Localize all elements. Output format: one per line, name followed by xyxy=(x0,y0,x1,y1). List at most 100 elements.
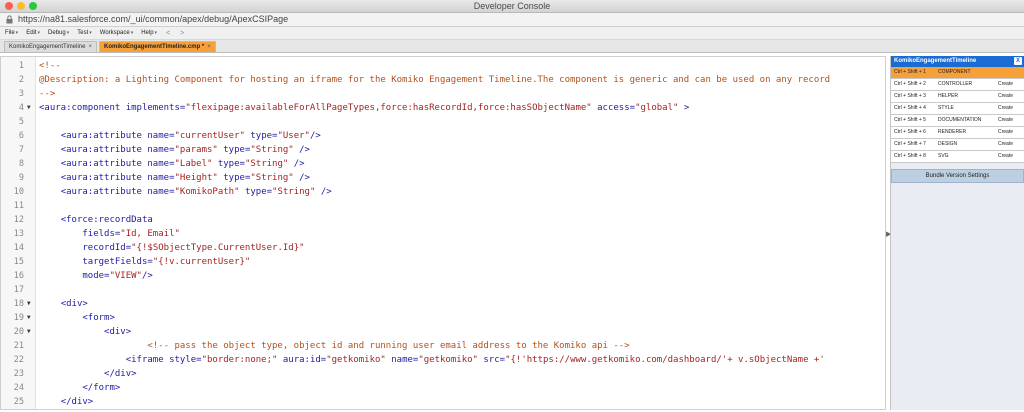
close-icon[interactable]: × xyxy=(207,42,211,52)
line-number: 26 xyxy=(1,409,24,410)
menu-edit[interactable]: Edit ▾ xyxy=(24,30,42,36)
code-line[interactable]: 21 <!-- pass the object type, object id … xyxy=(1,339,885,353)
lock-icon xyxy=(6,15,13,24)
tab-1[interactable]: KomikoEngagementTimeline × xyxy=(4,41,97,52)
code-line[interactable]: 26 </aura:component> xyxy=(1,409,886,410)
line-number: 20 xyxy=(13,327,24,337)
code-line[interactable]: 22 <iframe style="border:none;" aura:id=… xyxy=(1,353,885,367)
bundle-item-svg[interactable]: Ctrl + Shift + 8 SVG Create xyxy=(891,151,1024,163)
shortcut-label: Ctrl + Shift + 1 xyxy=(894,69,926,75)
menu-test[interactable]: Test ▾ xyxy=(75,30,94,36)
create-link[interactable]: Create xyxy=(998,151,1022,162)
bundle-item-renderer[interactable]: Ctrl + Shift + 6 RENDERER Create xyxy=(891,127,1024,139)
code-line[interactable]: 12 <force:recordData xyxy=(1,213,885,227)
code-line[interactable]: 14 recordId="{!$SObjectType.CurrentUser.… xyxy=(1,241,885,255)
bundle-item-documentation[interactable]: Ctrl + Shift + 5 DOCUMENTATION Create xyxy=(891,115,1024,127)
fold-arrow-icon[interactable]: ▼ xyxy=(27,325,31,339)
bundle-item-helper[interactable]: Ctrl + Shift + 3 HELPER Create xyxy=(891,91,1024,103)
code-token: "Label" xyxy=(174,159,213,169)
code-line[interactable]: 9 <aura:attribute name="Height" type="St… xyxy=(1,171,885,185)
fold-arrow-icon[interactable]: ▼ xyxy=(27,297,31,311)
url-text[interactable]: https://na81.salesforce.com/_ui/common/a… xyxy=(18,13,288,26)
create-link[interactable]: Create xyxy=(998,79,1022,90)
code-token: type= xyxy=(244,187,273,197)
code-line[interactable]: 16 mode="VIEW"/> xyxy=(1,269,885,283)
code-token: "String" xyxy=(244,159,289,169)
create-link[interactable]: Create xyxy=(998,115,1022,126)
code-text: <force:recordData xyxy=(39,213,153,227)
panel-header: KomikoEngagementTimeline X xyxy=(891,56,1024,67)
bundle-item-name: SVG xyxy=(938,153,949,159)
code-line[interactable]: 7 <aura:attribute name="params" type="St… xyxy=(1,143,885,157)
code-line[interactable]: 3 --> xyxy=(1,87,885,101)
line-number: 10 xyxy=(13,187,24,197)
bundle-item-controller[interactable]: Ctrl + Shift + 2 CONTROLLER Create xyxy=(891,79,1024,91)
menu-debug[interactable]: Debug ▾ xyxy=(46,30,71,36)
code-line[interactable]: 5 xyxy=(1,115,885,129)
create-link[interactable]: Create xyxy=(998,139,1022,150)
code-line[interactable]: 18 ▼ <div> xyxy=(1,297,885,311)
code-line[interactable]: 19 ▼ <form> xyxy=(1,311,885,325)
code-text: <aura:attribute name="Label" type="Strin… xyxy=(39,157,305,171)
code-token: type= xyxy=(223,145,251,155)
code-token: <aura:attribute xyxy=(60,173,142,183)
code-line[interactable]: 6 <aura:attribute name="currentUser" typ… xyxy=(1,129,885,143)
code-token: name= xyxy=(147,131,175,141)
menu-workspace[interactable]: Workspace ▾ xyxy=(98,30,135,36)
code-token: <form> xyxy=(82,313,115,323)
code-token: "getkomiko" xyxy=(418,355,478,365)
line-number: 12 xyxy=(13,215,24,225)
caret-down-icon: ▾ xyxy=(66,30,70,36)
code-token: <!-- pass the object type, object id and… xyxy=(147,341,630,351)
bundle-item-design[interactable]: Ctrl + Shift + 7 DESIGN Create xyxy=(891,139,1024,151)
code-line[interactable]: 24 </form> xyxy=(1,381,885,395)
code-line[interactable]: 23 </div> xyxy=(1,367,885,381)
code-line[interactable]: 17 xyxy=(1,283,885,297)
code-text: <iframe style="border:none;" aura:id="ge… xyxy=(39,353,825,367)
create-link[interactable]: Create xyxy=(998,127,1022,138)
back-arrow-icon[interactable]: < xyxy=(163,30,173,37)
create-link[interactable]: Create xyxy=(998,103,1022,114)
code-text: <aura:attribute name="currentUser" type=… xyxy=(39,129,321,143)
code-line[interactable]: 15 targetFields="{!v.currentUser}" xyxy=(1,255,885,269)
code-token: name= xyxy=(147,187,175,197)
code-line[interactable]: 8 <aura:attribute name="Label" type="Str… xyxy=(1,157,885,171)
create-link[interactable]: Create xyxy=(998,91,1022,102)
code-editor[interactable]: 1 <!-- 2 @Description: a Lighting Component… xyxy=(0,56,886,410)
fold-arrow-icon[interactable]: ▼ xyxy=(27,101,31,115)
menu-help[interactable]: Help ▾ xyxy=(139,30,159,36)
code-line[interactable]: 10 <aura:attribute name="KomikoPath" typ… xyxy=(1,185,885,199)
forward-arrow-icon[interactable]: > xyxy=(177,30,187,37)
tab-2[interactable]: KomikoEngagementTimeline.cmp * × xyxy=(99,41,216,52)
tab-label: KomikoEngagementTimeline.cmp * xyxy=(104,44,205,50)
code-line[interactable]: 13 fields="Id, Email" xyxy=(1,227,885,241)
bundle-item-style[interactable]: Ctrl + Shift + 4 STYLE Create xyxy=(891,103,1024,115)
window-title: Developer Console xyxy=(473,1,551,11)
line-number: 17 xyxy=(13,285,24,295)
code-line[interactable]: 4 ▼ <aura:component implements="flexipage:… xyxy=(1,101,885,115)
code-line[interactable]: 11 xyxy=(1,199,885,213)
shortcut-label: Ctrl + Shift + 3 xyxy=(894,93,926,99)
code-token: type= xyxy=(250,131,278,141)
bundle-item-name: STYLE xyxy=(938,105,954,111)
code-token: /> xyxy=(299,173,310,183)
url-bar[interactable]: https://na81.salesforce.com/_ui/common/a… xyxy=(0,13,1024,27)
bundle-version-settings-button[interactable]: Bundle Version Settings xyxy=(891,169,1024,183)
code-line[interactable]: 2 @Description: a Lighting Component for … xyxy=(1,73,885,87)
close-icon[interactable]: × xyxy=(88,42,92,52)
menu-file[interactable]: File ▾ xyxy=(3,30,20,36)
fold-arrow-icon[interactable]: ▼ xyxy=(27,311,31,325)
close-icon[interactable]: X xyxy=(1014,57,1022,65)
code-line[interactable]: 25 </div> xyxy=(1,395,885,409)
shortcut-label: Ctrl + Shift + 2 xyxy=(894,81,926,87)
code-line[interactable]: 20 ▼ <div> xyxy=(1,325,885,339)
code-line[interactable]: 1 <!-- xyxy=(1,59,885,73)
bundle-item-component[interactable]: Ctrl + Shift + 1 COMPONENT xyxy=(891,67,1024,79)
